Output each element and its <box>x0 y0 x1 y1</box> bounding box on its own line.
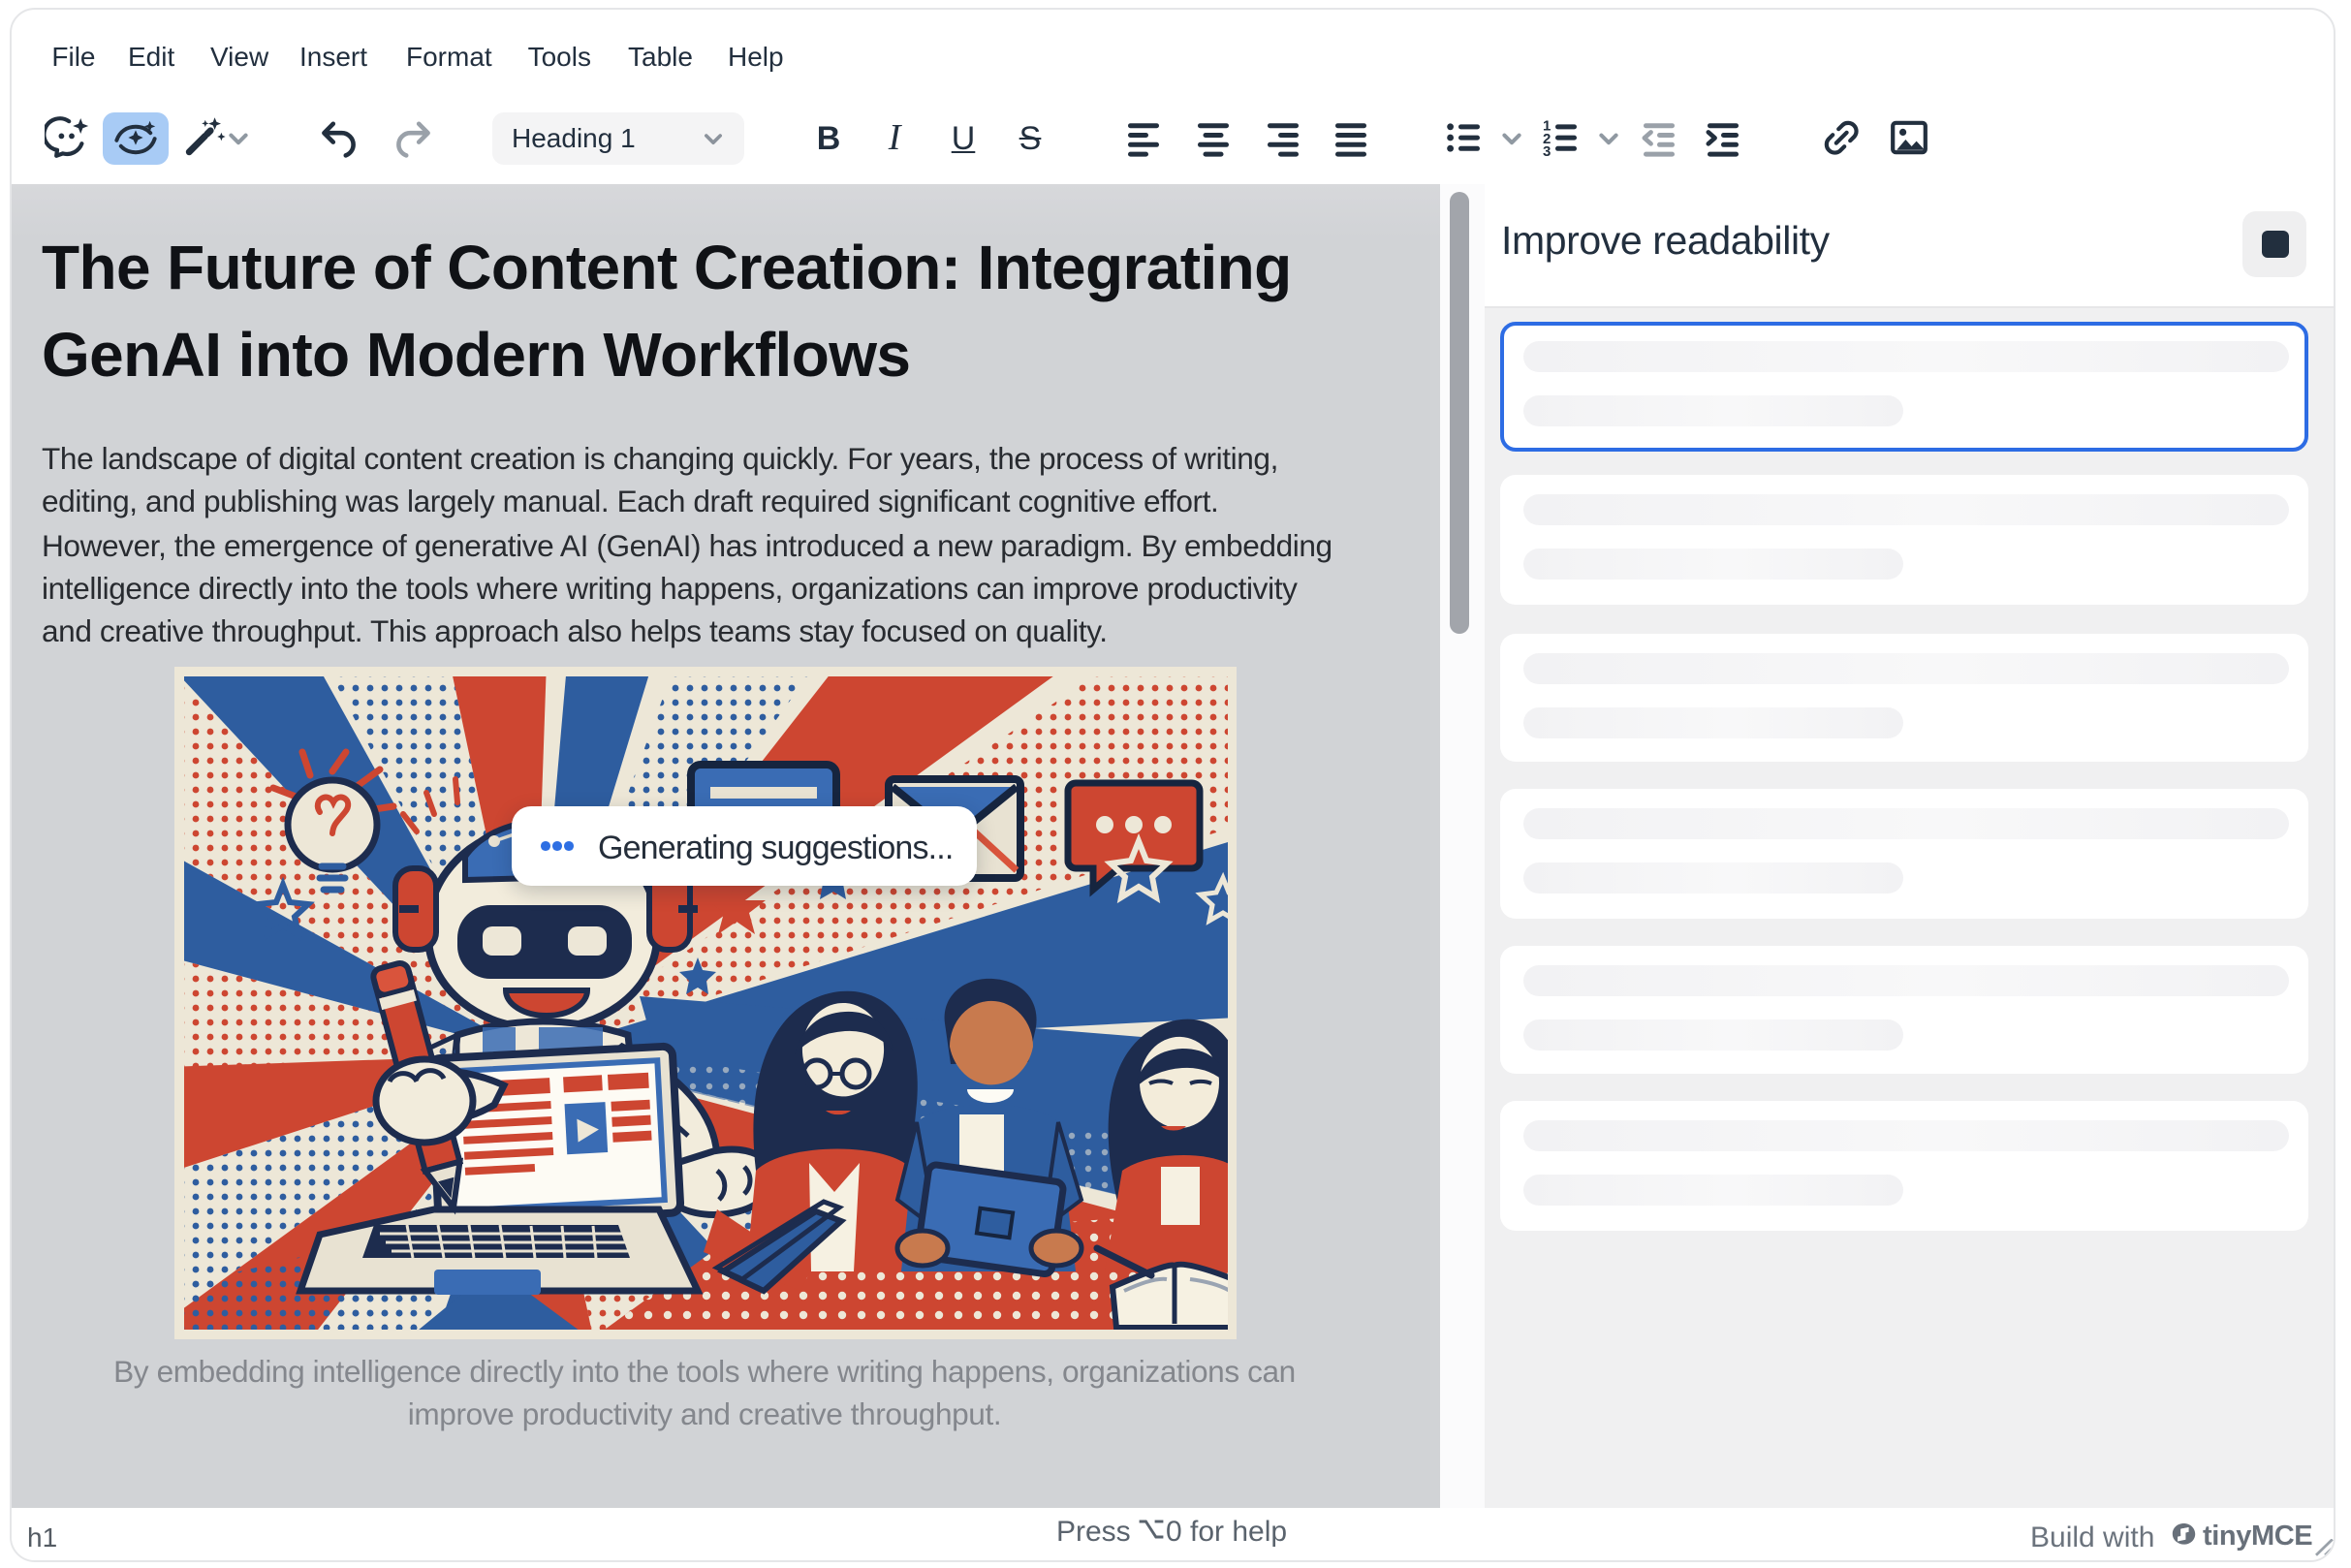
svg-text:3: 3 <box>1543 143 1551 160</box>
